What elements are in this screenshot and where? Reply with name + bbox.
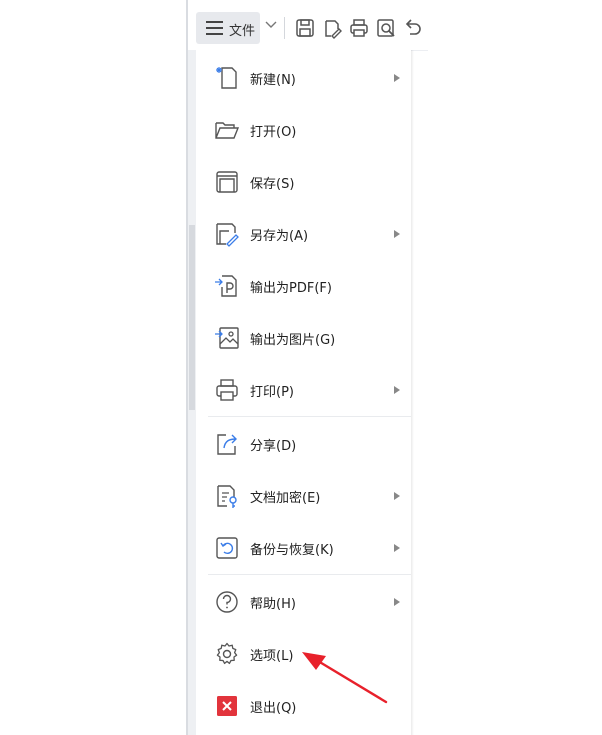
help-icon	[216, 591, 238, 613]
menu-item-label: 另存为(A)	[250, 229, 309, 244]
save-as-icon	[216, 223, 239, 247]
menu-item-export-image[interactable]: 输出为图片(G)	[196, 312, 411, 364]
menu-item-new[interactable]: 新建(N)	[196, 52, 411, 104]
menu-item-label: 打印(P)	[250, 385, 294, 400]
submenu-arrow-icon	[394, 492, 400, 500]
submenu-arrow-icon	[394, 230, 400, 238]
annotation-arrow-icon	[302, 652, 388, 704]
toolbar-separator	[284, 17, 285, 39]
export-image-icon	[215, 327, 239, 349]
print-preview-icon[interactable]	[375, 17, 397, 39]
undo-icon[interactable]	[402, 17, 424, 39]
hamburger-menu-icon	[206, 21, 223, 35]
quick-access-toolbar: 文件	[188, 0, 428, 51]
menu-item-encrypt-document[interactable]: 文档加密(E)	[196, 470, 411, 522]
share-icon	[217, 434, 237, 455]
submenu-arrow-icon	[394, 598, 400, 606]
menu-item-label: 选项(L)	[250, 649, 294, 664]
backup-restore-icon	[216, 537, 238, 559]
chevron-down-icon[interactable]	[264, 20, 278, 30]
save-as-icon[interactable]	[321, 17, 343, 39]
open-folder-icon	[215, 122, 240, 139]
menu-item-label: 保存(S)	[250, 177, 295, 192]
menu-shadow	[411, 50, 414, 735]
scrollbar-thumb[interactable]	[189, 225, 195, 410]
menu-item-label: 输出为PDF(F)	[250, 281, 332, 296]
export-pdf-icon	[215, 275, 237, 297]
menu-separator	[208, 416, 411, 417]
submenu-arrow-icon	[394, 386, 400, 394]
sidebar-scroll-strip	[188, 50, 196, 735]
menu-item-print[interactable]: 打印(P)	[196, 364, 411, 416]
menu-item-share[interactable]: 分享(D)	[196, 418, 411, 470]
print-icon[interactable]	[348, 17, 370, 39]
menu-item-open[interactable]: 打开(O)	[196, 104, 411, 156]
menu-item-backup-restore[interactable]: 备份与恢复(K)	[196, 522, 411, 574]
menu-item-label: 帮助(H)	[250, 597, 296, 612]
new-file-icon	[216, 67, 237, 89]
submenu-arrow-icon	[394, 544, 400, 552]
exit-icon	[217, 696, 237, 716]
menu-item-label: 新建(N)	[250, 73, 296, 88]
file-menu-label: 文件	[229, 24, 256, 39]
encrypt-document-icon	[217, 485, 237, 508]
save-icon	[216, 171, 238, 193]
save-icon[interactable]	[294, 17, 316, 39]
menu-separator	[208, 574, 411, 575]
submenu-arrow-icon	[394, 74, 400, 82]
menu-item-label: 打开(O)	[250, 125, 297, 140]
file-menu-dropdown: 新建(N) 打开(O) 保存(S) 另存为(A) 输出为PDF(F) 输出为图片…	[196, 50, 411, 735]
menu-item-label: 备份与恢复(K)	[250, 543, 334, 558]
menu-item-save-as[interactable]: 另存为(A)	[196, 208, 411, 260]
menu-item-label: 文档加密(E)	[250, 491, 321, 506]
file-menu-button[interactable]: 文件	[196, 12, 260, 44]
menu-item-save[interactable]: 保存(S)	[196, 156, 411, 208]
menu-item-label: 分享(D)	[250, 439, 297, 454]
menu-item-help[interactable]: 帮助(H)	[196, 576, 411, 628]
settings-gear-icon	[216, 642, 238, 665]
menu-item-label: 输出为图片(G)	[250, 333, 336, 348]
menu-item-export-pdf[interactable]: 输出为PDF(F)	[196, 260, 411, 312]
print-icon	[216, 379, 238, 401]
